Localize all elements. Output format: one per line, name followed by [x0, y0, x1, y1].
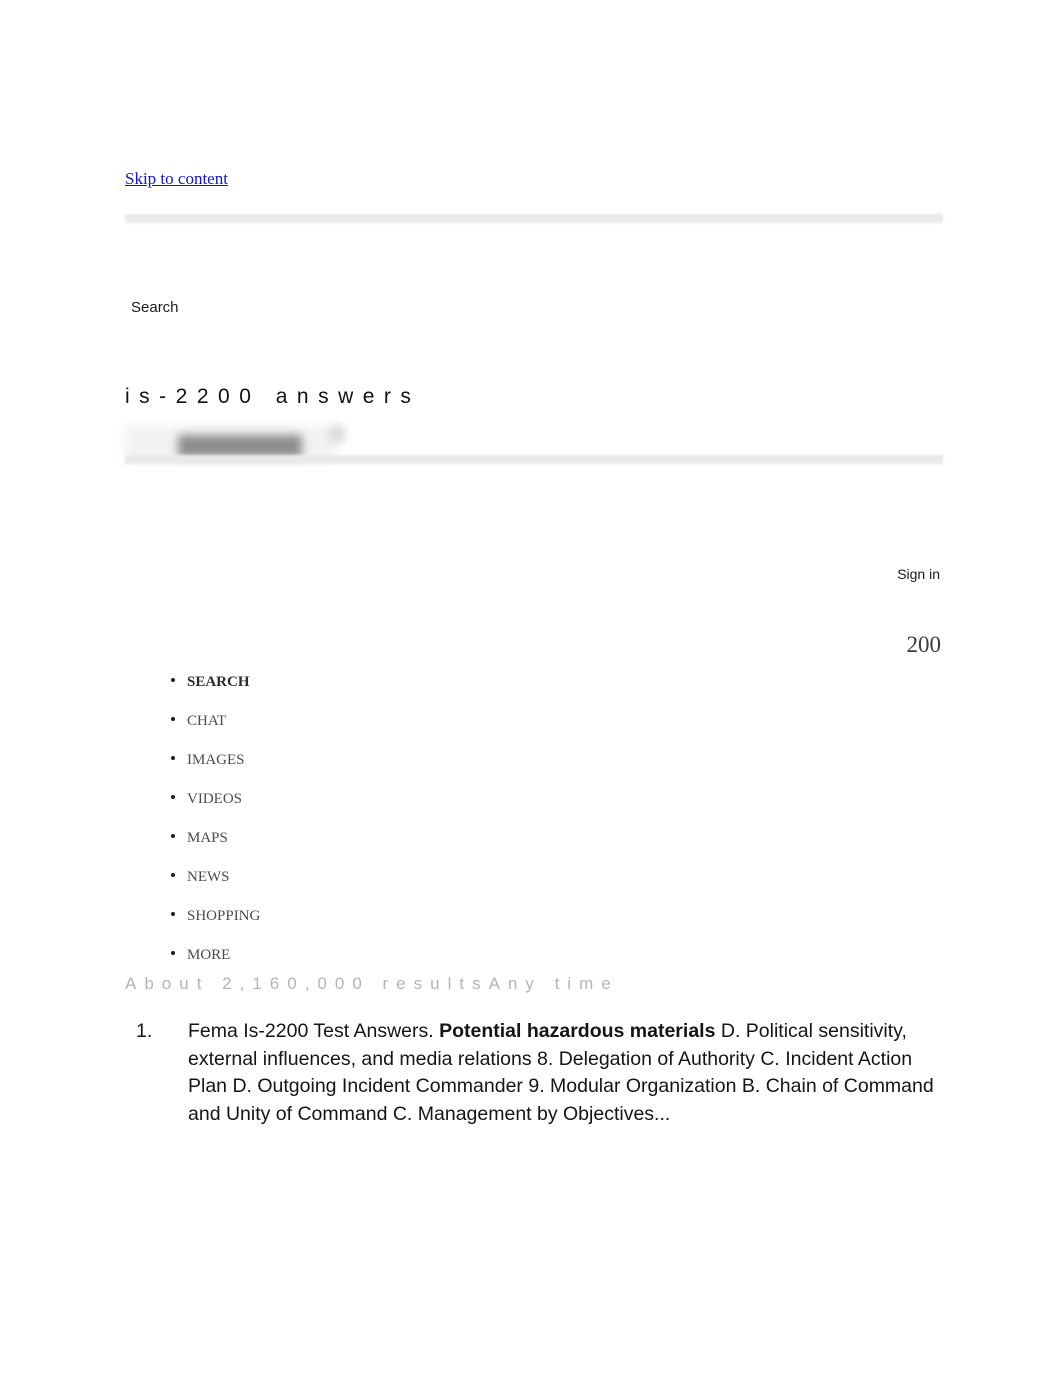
results-count-and-filter: About 2,160,000 resultsAny time	[125, 974, 619, 993]
search-submit-button[interactable]: Search	[131, 298, 179, 318]
bullet-icon	[171, 678, 175, 682]
sign-in-button[interactable]: Sign in	[897, 565, 940, 584]
redacted-input-text	[178, 435, 302, 457]
bullet-icon	[171, 834, 175, 838]
nav-item-label: CHAT	[187, 713, 227, 729]
result-snippet: Fema Is-2200 Test Answers. Potential haz…	[188, 1020, 934, 1125]
nav-item-label: IMAGES	[187, 752, 245, 768]
nav-item-label: NEWS	[187, 869, 230, 885]
nav-item-label: MAPS	[187, 830, 228, 846]
status-badge: 200	[906, 632, 942, 657]
nav-item-label: SHOPPING	[187, 908, 261, 924]
vertical-nav: SEARCH CHAT IMAGES VIDEOS MAPS NEWS SHOP…	[160, 671, 260, 983]
nav-item-label: SEARCH	[187, 674, 250, 690]
nav-item-chat[interactable]: CHAT	[160, 710, 260, 749]
snippet-text-before: Fema Is-2200 Test Answers.	[188, 1020, 440, 1042]
skip-to-content-link[interactable]: Skip to content	[125, 168, 228, 190]
search-magnifier-icon[interactable]	[328, 425, 346, 443]
search-bar-divider	[125, 455, 943, 464]
result-index: 1.	[136, 1020, 153, 1042]
bullet-icon	[171, 717, 175, 721]
nav-item-videos[interactable]: VIDEOS	[160, 788, 260, 827]
nav-item-search[interactable]: SEARCH	[160, 671, 260, 710]
bullet-icon	[171, 756, 175, 760]
bullet-icon	[171, 873, 175, 877]
nav-item-label: MORE	[187, 947, 231, 963]
nav-item-news[interactable]: NEWS	[160, 866, 260, 905]
search-results-page: Skip to content Search is-2200 answers S…	[0, 0, 1062, 1377]
nav-item-images[interactable]: IMAGES	[160, 749, 260, 788]
nav-item-maps[interactable]: MAPS	[160, 827, 260, 866]
header-divider	[125, 214, 943, 223]
search-query-heading: is-2200 answers	[125, 385, 421, 408]
nav-item-label: VIDEOS	[187, 791, 242, 807]
nav-item-shopping[interactable]: SHOPPING	[160, 905, 260, 944]
search-result-item[interactable]: 1. Fema Is-2200 Test Answers. Potential …	[124, 1018, 936, 1128]
bullet-icon	[171, 912, 175, 916]
search-results-list: 1. Fema Is-2200 Test Answers. Potential …	[124, 1018, 936, 1128]
bullet-icon	[171, 795, 175, 799]
bullet-icon	[171, 951, 175, 955]
snippet-highlight: Potential hazardous materials	[439, 1020, 716, 1042]
